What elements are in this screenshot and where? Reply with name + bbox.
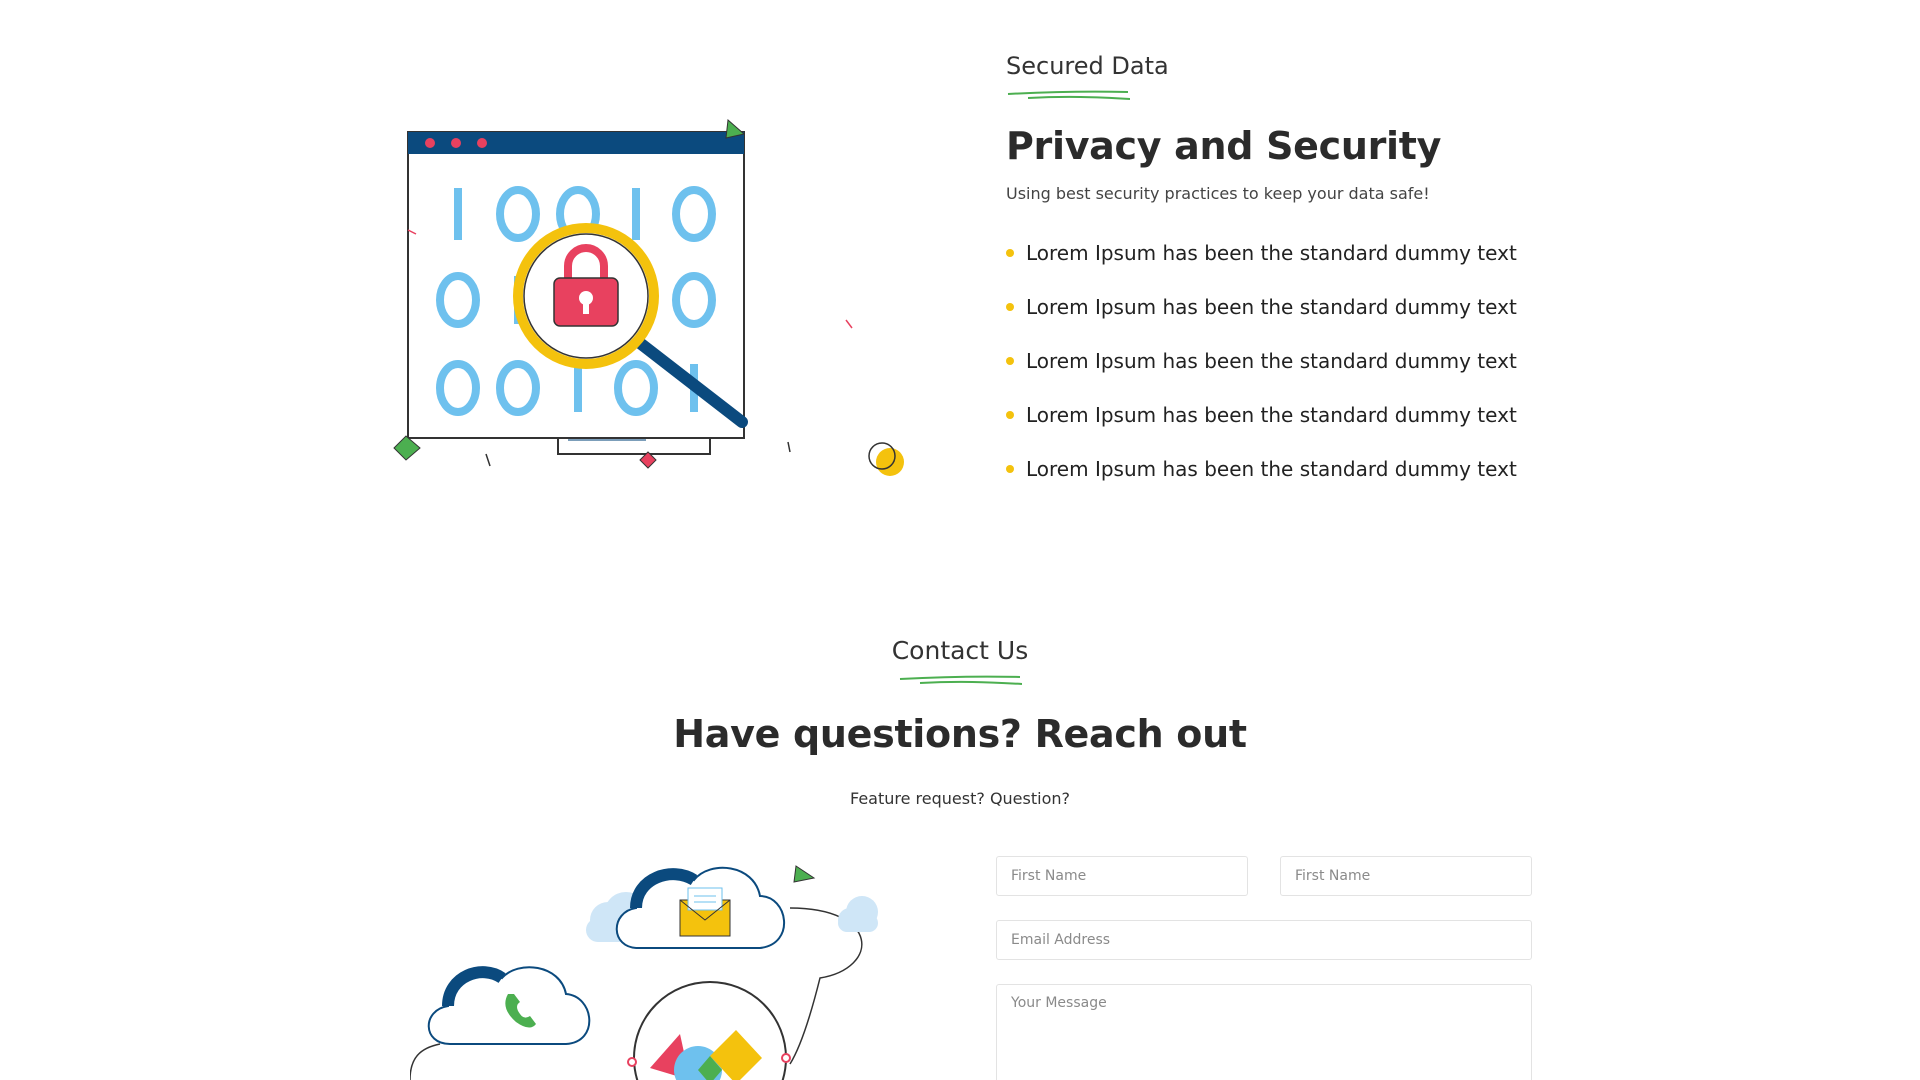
- bullet-icon: [1006, 357, 1014, 365]
- privacy-subtitle: Using best security practices to keep yo…: [1006, 184, 1430, 203]
- privacy-eyebrow: Secured Data: [1006, 52, 1169, 80]
- last-name-input[interactable]: [1280, 856, 1532, 896]
- contact-header: Contact Us: [0, 636, 1920, 687]
- list-item: Lorem Ipsum has been the standard dummy …: [1006, 403, 1566, 457]
- email-field[interactable]: [996, 920, 1532, 960]
- list-item: Lorem Ipsum has been the standard dummy …: [1006, 241, 1566, 295]
- list-item: Lorem Ipsum has been the standard dummy …: [1006, 295, 1566, 349]
- contact-eyebrow: Contact Us: [891, 636, 1029, 665]
- first-name-input[interactable]: [996, 856, 1248, 896]
- bullet-icon: [1006, 303, 1014, 311]
- cloud-envelope-icon: [615, 866, 786, 949]
- contact-title: Have questions? Reach out: [673, 712, 1247, 756]
- cloud-phone-icon: [427, 966, 591, 1045]
- feature-text: Lorem Ipsum has been the standard dummy …: [1026, 241, 1517, 265]
- feature-text: Lorem Ipsum has been the standard dummy …: [1026, 349, 1517, 373]
- feature-text: Lorem Ipsum has been the standard dummy …: [1026, 457, 1517, 481]
- feature-list: Lorem Ipsum has been the standard dummy …: [1006, 241, 1566, 511]
- message-textarea[interactable]: [996, 984, 1532, 1080]
- privacy-title: Privacy and Security: [1006, 124, 1442, 168]
- contact-illustration: [410, 865, 878, 1080]
- bullet-icon: [1006, 465, 1014, 473]
- shapes-globe-icon: [627, 981, 791, 1080]
- contact-subtitle: Feature request? Question?: [850, 789, 1070, 808]
- feature-text: Lorem Ipsum has been the standard dummy …: [1026, 403, 1517, 427]
- green-underline-scribble: [1007, 90, 1130, 100]
- list-item: Lorem Ipsum has been the standard dummy …: [1006, 349, 1566, 403]
- privacy-illustration: [393, 118, 904, 476]
- bullet-icon: [1006, 249, 1014, 257]
- privacy-section: Secured Data Privacy and Security Using …: [1006, 52, 1566, 511]
- feature-text: Lorem Ipsum has been the standard dummy …: [1026, 295, 1517, 319]
- list-item: Lorem Ipsum has been the standard dummy …: [1006, 457, 1566, 511]
- page: Secured Data Privacy and Security Using …: [0, 0, 1920, 1080]
- bullet-icon: [1006, 411, 1014, 419]
- green-underline-scribble: [899, 675, 1022, 685]
